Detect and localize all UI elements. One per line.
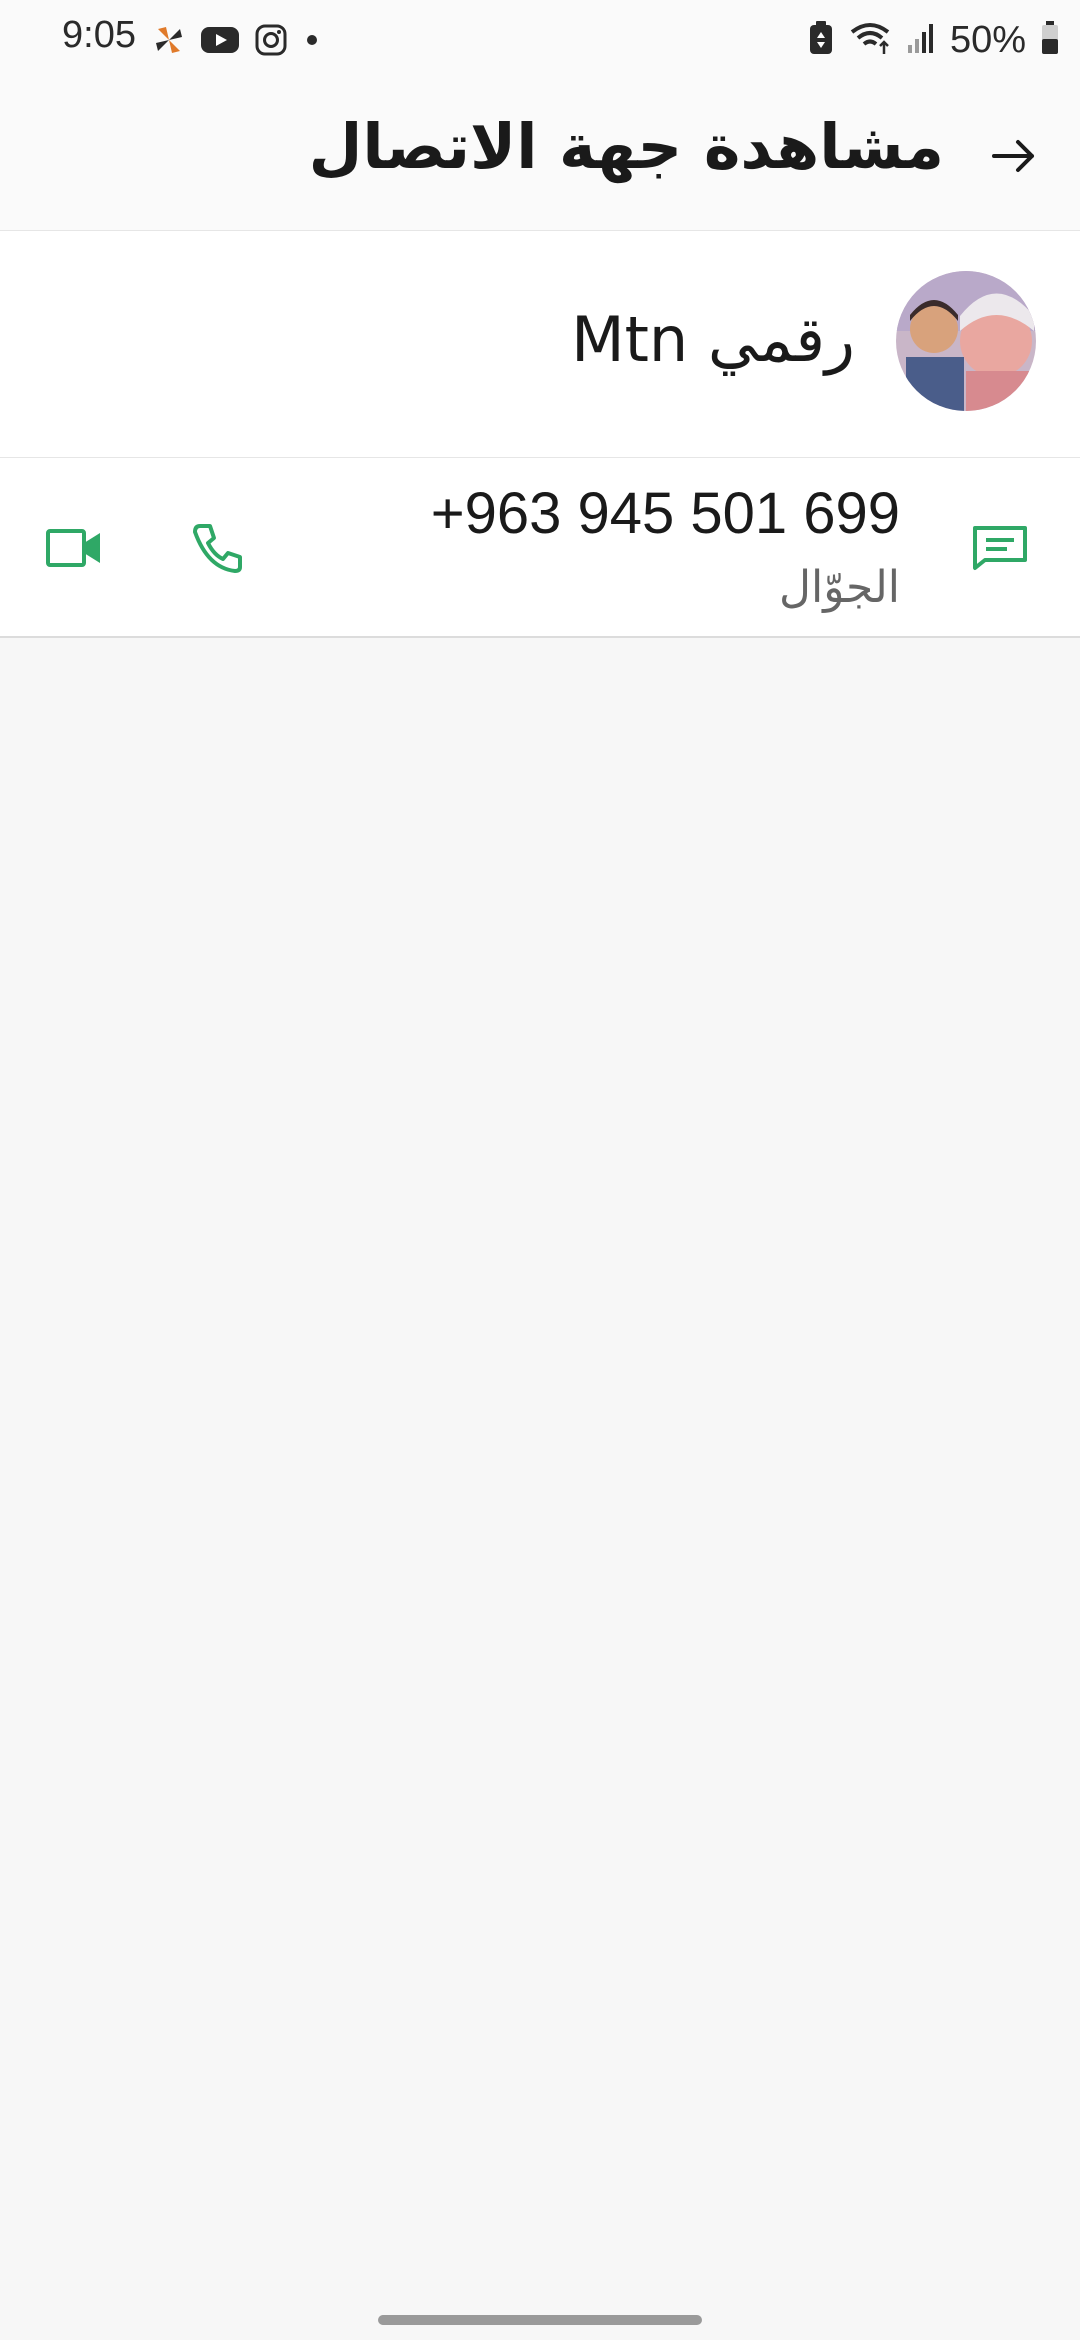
battery-saver-icon bbox=[808, 20, 834, 60]
message-button[interactable] bbox=[960, 508, 1040, 588]
contact-header: رقمي Mtn bbox=[0, 231, 1080, 458]
phone-type-label: الجوّال bbox=[779, 562, 900, 613]
home-indicator[interactable] bbox=[378, 2315, 702, 2325]
pinwheel-icon bbox=[152, 23, 186, 61]
empty-content-area bbox=[0, 638, 1080, 2278]
arrow-right-icon bbox=[992, 140, 1034, 172]
youtube-icon bbox=[200, 25, 240, 59]
avatar[interactable] bbox=[896, 271, 1036, 411]
status-bar: 9:05 50% bbox=[0, 0, 1080, 80]
video-call-button[interactable] bbox=[34, 508, 114, 588]
battery-percent: 50% bbox=[949, 18, 1026, 61]
phone-number[interactable]: +963 945 501 699 bbox=[431, 480, 900, 547]
avatar-photo bbox=[896, 271, 1036, 411]
status-notification-icons bbox=[152, 22, 322, 62]
status-time: 9:05 bbox=[62, 14, 136, 56]
app-bar: مشاهدة جهة الاتصال bbox=[0, 80, 1080, 231]
status-system-icons: 50% bbox=[808, 18, 1060, 62]
back-button[interactable] bbox=[984, 126, 1044, 186]
phone-row[interactable]: +963 945 501 699 الجوّال bbox=[0, 458, 1080, 638]
wifi-icon bbox=[848, 20, 892, 60]
signal-icon bbox=[906, 21, 936, 59]
dot-icon bbox=[302, 30, 322, 54]
call-button[interactable] bbox=[178, 508, 258, 588]
message-icon bbox=[973, 526, 1027, 570]
video-call-icon bbox=[46, 529, 100, 567]
battery-icon bbox=[1040, 20, 1060, 60]
contact-name: رقمي Mtn bbox=[571, 303, 855, 376]
call-icon bbox=[193, 524, 242, 573]
page-title: مشاهدة جهة الاتصال bbox=[308, 110, 944, 183]
instagram-icon bbox=[254, 23, 288, 61]
